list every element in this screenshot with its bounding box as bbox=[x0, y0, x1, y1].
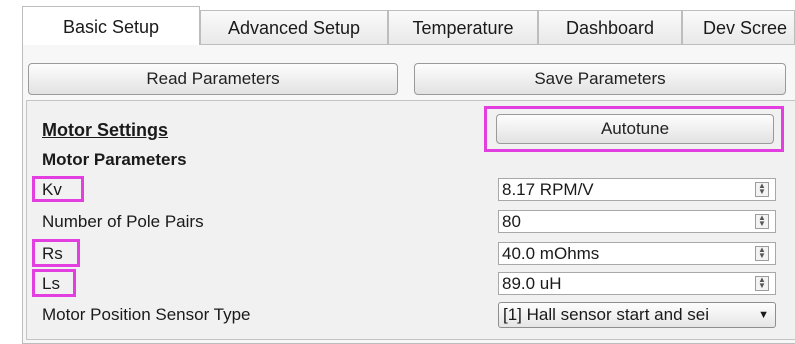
sensor-type-select[interactable]: [1] Hall sensor start and sei ▼ bbox=[498, 302, 776, 328]
pole-pairs-value: 80 bbox=[502, 212, 521, 231]
pole-pairs-field[interactable]: 80 ▲ ▼ bbox=[498, 210, 776, 233]
pole-pairs-label: Number of Pole Pairs bbox=[42, 212, 204, 231]
ls-value: 89.0 uH bbox=[502, 274, 562, 293]
autotune-highlight-box bbox=[484, 106, 784, 152]
rs-field[interactable]: 40.0 mOhms ▲ ▼ bbox=[498, 242, 776, 265]
chevron-down-icon[interactable]: ▼ bbox=[758, 303, 769, 327]
ls-highlight-box bbox=[32, 269, 76, 297]
rs-value: 40.0 mOhms bbox=[502, 244, 600, 263]
read-parameters-button[interactable]: Read Parameters bbox=[28, 63, 398, 95]
tab-dashboard[interactable]: Dashboard bbox=[538, 10, 682, 44]
up-down-spin-arrows-icon[interactable]: ▲ ▼ bbox=[755, 182, 769, 197]
rs-highlight-box bbox=[32, 239, 80, 267]
sensor-type-value: [1] Hall sensor start and sei bbox=[503, 305, 709, 324]
tab-advanced-setup[interactable]: Advanced Setup bbox=[200, 10, 388, 44]
ls-field[interactable]: 89.0 uH ▲ ▼ bbox=[498, 272, 776, 295]
kv-field[interactable]: 8.17 RPM/V ▲ ▼ bbox=[498, 178, 776, 201]
sensor-type-label: Motor Position Sensor Type bbox=[42, 305, 251, 324]
tab-dev-screen[interactable]: Dev Scree bbox=[682, 10, 795, 44]
motor-parameters-title: Motor Parameters bbox=[42, 150, 187, 169]
tab-temperature[interactable]: Temperature bbox=[388, 10, 538, 44]
tab-bar: Basic Setup Advanced Setup Temperature D… bbox=[0, 0, 795, 45]
save-parameters-button[interactable]: Save Parameters bbox=[414, 63, 786, 95]
kv-highlight-box bbox=[32, 176, 84, 202]
up-down-spin-arrows-icon[interactable]: ▲ ▼ bbox=[755, 276, 769, 291]
tab-basic-setup[interactable]: Basic Setup bbox=[22, 6, 200, 45]
up-down-spin-arrows-icon[interactable]: ▲ ▼ bbox=[755, 246, 769, 261]
motor-settings-title: Motor Settings bbox=[42, 120, 168, 140]
kv-value: 8.17 RPM/V bbox=[502, 180, 594, 199]
up-down-spin-arrows-icon[interactable]: ▲ ▼ bbox=[755, 214, 769, 229]
